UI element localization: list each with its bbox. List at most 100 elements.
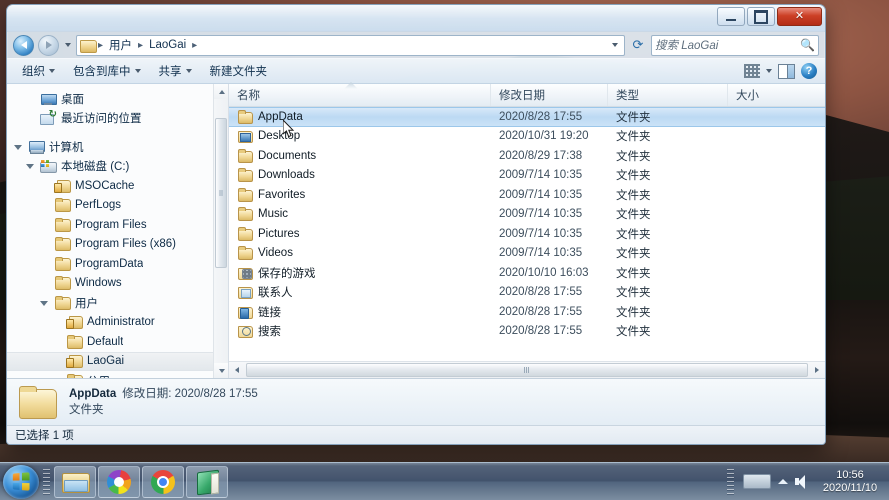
scrollbar-thumb[interactable] — [215, 118, 227, 268]
file-name-cell: Desktop — [229, 129, 491, 144]
horizontal-scrollbar[interactable] — [229, 361, 825, 378]
sidebar-item-label: 桌面 — [61, 93, 84, 106]
taskbar-explorer[interactable] — [54, 465, 96, 498]
table-row[interactable]: 链接 2020/8/28 17:55 文件夹 — [229, 302, 825, 322]
sidebar-item-laogai[interactable]: LaoGai — [7, 351, 228, 371]
expander-placeholder — [25, 113, 35, 123]
preview-pane-icon[interactable] — [778, 63, 795, 79]
table-row[interactable]: Videos 2009/7/14 10:35 文件夹 — [229, 244, 825, 264]
horizontal-scrollbar-thumb[interactable] — [246, 363, 808, 377]
expander-placeholder — [39, 200, 49, 210]
sidebar-item-[interactable]: 计算机 — [7, 137, 228, 157]
table-row[interactable]: 保存的游戏 2020/10/10 16:03 文件夹 — [229, 263, 825, 283]
file-type-cell: 文件夹 — [616, 209, 651, 222]
taskbar-browser[interactable] — [98, 465, 140, 498]
file-type-cell: 文件夹 — [616, 248, 651, 261]
sidebar-item-label: 本地磁盘 (C:) — [61, 161, 130, 174]
table-row[interactable]: AppData 2020/8/28 17:55 文件夹 — [229, 107, 825, 127]
sidebar-item-c[interactable]: 本地磁盘 (C:) — [7, 157, 228, 177]
scroll-left-button[interactable] — [229, 363, 245, 378]
file-name-label: Videos — [258, 247, 293, 260]
include-in-library-button[interactable]: 包含到库中 — [64, 60, 150, 82]
breadcrumb-laogai[interactable]: LaoGai — [146, 38, 189, 52]
search-placeholder: 搜索 LaoGai — [655, 40, 719, 52]
views-icon[interactable] — [744, 64, 760, 78]
scroll-down-button[interactable] — [214, 363, 228, 378]
clock[interactable]: 10:56 2020/11/10 — [817, 469, 883, 495]
file-date-cell: 2020/10/10 16:03 — [499, 266, 589, 279]
saved-games-icon — [237, 266, 253, 280]
column-header-type[interactable]: 类型 — [608, 84, 728, 106]
folder-icon — [54, 256, 71, 271]
back-button[interactable] — [13, 34, 34, 56]
close-button[interactable] — [777, 7, 822, 26]
taskbar-notepad[interactable] — [186, 465, 228, 498]
sidebar-item-msocache[interactable]: MSOCache — [7, 176, 228, 196]
organize-button[interactable]: 组织 — [13, 60, 64, 82]
sidebar-item-[interactable]: 公用 — [7, 371, 228, 378]
maximize-button[interactable] — [747, 7, 775, 26]
column-header-name[interactable]: 名称 — [229, 84, 491, 106]
sidebar-item-program-files[interactable]: Program Files — [7, 215, 228, 235]
help-icon[interactable]: ? — [801, 63, 817, 79]
window-titlebar[interactable] — [7, 5, 825, 32]
breadcrumb-separator[interactable]: ▸ — [191, 40, 198, 51]
sidebar-item-default[interactable]: Default — [7, 332, 228, 352]
sidebar-item-[interactable]: 桌面 — [7, 89, 228, 109]
breadcrumb-separator[interactable]: ▸ — [137, 40, 144, 51]
breadcrumb-users[interactable]: 用户 — [106, 36, 135, 54]
windows-start-orb[interactable] — [3, 464, 39, 499]
address-breadcrumb-bar[interactable]: ▸ 用户 ▸ LaoGai ▸ — [76, 34, 625, 56]
forward-button[interactable] — [38, 34, 59, 56]
file-type-cell: 文件夹 — [616, 306, 651, 319]
address-dropdown-button[interactable] — [608, 43, 622, 47]
minimize-button[interactable] — [717, 7, 745, 26]
show-hidden-icons-arrow[interactable] — [778, 479, 788, 484]
folder-icon — [54, 276, 71, 291]
drive-windows-icon — [40, 159, 57, 174]
sidebar-item-label: ProgramData — [75, 257, 144, 270]
volume-icon[interactable] — [795, 474, 810, 490]
details-line-primary: AppData 修改日期: 2020/8/28 17:55 — [69, 386, 258, 402]
scroll-right-button[interactable] — [809, 363, 825, 378]
tray-grip[interactable] — [727, 468, 734, 495]
recent-places-icon — [40, 109, 57, 126]
sidebar-item-label: Default — [87, 335, 124, 348]
table-row[interactable]: Downloads 2009/7/14 10:35 文件夹 — [229, 166, 825, 186]
table-row[interactable]: Documents 2020/8/29 17:38 文件夹 — [229, 146, 825, 166]
sidebar-item-programdata[interactable]: ProgramData — [7, 254, 228, 274]
table-row[interactable]: 联系人 2020/8/28 17:55 文件夹 — [229, 283, 825, 303]
refresh-button[interactable]: ⟳ — [629, 35, 647, 56]
expander-open-icon[interactable] — [25, 161, 35, 171]
file-name-label: 搜索 — [258, 326, 281, 339]
sidebar-item-label: Program Files — [75, 218, 147, 231]
table-row[interactable]: 搜索 2020/8/28 17:55 文件夹 — [229, 322, 825, 342]
file-name-cell: Downloads — [229, 168, 491, 183]
table-row[interactable]: Music 2009/7/14 10:35 文件夹 — [229, 205, 825, 225]
sidebar-item-program-files-x86[interactable]: Program Files (x86) — [7, 235, 228, 255]
sidebar-item-windows[interactable]: Windows — [7, 274, 228, 294]
table-row[interactable]: Pictures 2009/7/14 10:35 文件夹 — [229, 224, 825, 244]
sidebar-item-administrator[interactable]: Administrator — [7, 313, 228, 333]
ime-language-icon[interactable] — [743, 474, 771, 489]
expander-open-icon[interactable] — [39, 298, 49, 308]
recent-locations-button[interactable] — [63, 43, 72, 47]
taskbar-chrome[interactable] — [142, 465, 184, 498]
breadcrumb-separator[interactable]: ▸ — [97, 40, 104, 51]
column-header-size[interactable]: 大小 — [728, 84, 825, 106]
column-header-date[interactable]: 修改日期 — [491, 84, 608, 106]
sidebar-item-[interactable]: 最近访问的位置 — [7, 109, 228, 129]
new-folder-button[interactable]: 新建文件夹 — [201, 60, 277, 82]
sidebar-item-[interactable]: 用户 — [7, 293, 228, 313]
table-row[interactable]: Favorites 2009/7/14 10:35 文件夹 — [229, 185, 825, 205]
taskbar-grip[interactable] — [43, 468, 50, 495]
sidebar-item-perflogs[interactable]: PerfLogs — [7, 196, 228, 216]
folder-icon — [237, 246, 253, 261]
share-with-button[interactable]: 共享 — [150, 60, 201, 82]
expander-open-icon[interactable] — [13, 142, 23, 152]
table-row[interactable]: Desktop 2020/10/31 19:20 文件夹 — [229, 127, 825, 147]
search-input[interactable]: 搜索 LaoGai 🔍 — [651, 34, 819, 56]
scroll-up-button[interactable] — [214, 84, 228, 99]
chevron-down-icon[interactable] — [766, 69, 772, 73]
navpane-scrollbar[interactable] — [213, 84, 228, 378]
